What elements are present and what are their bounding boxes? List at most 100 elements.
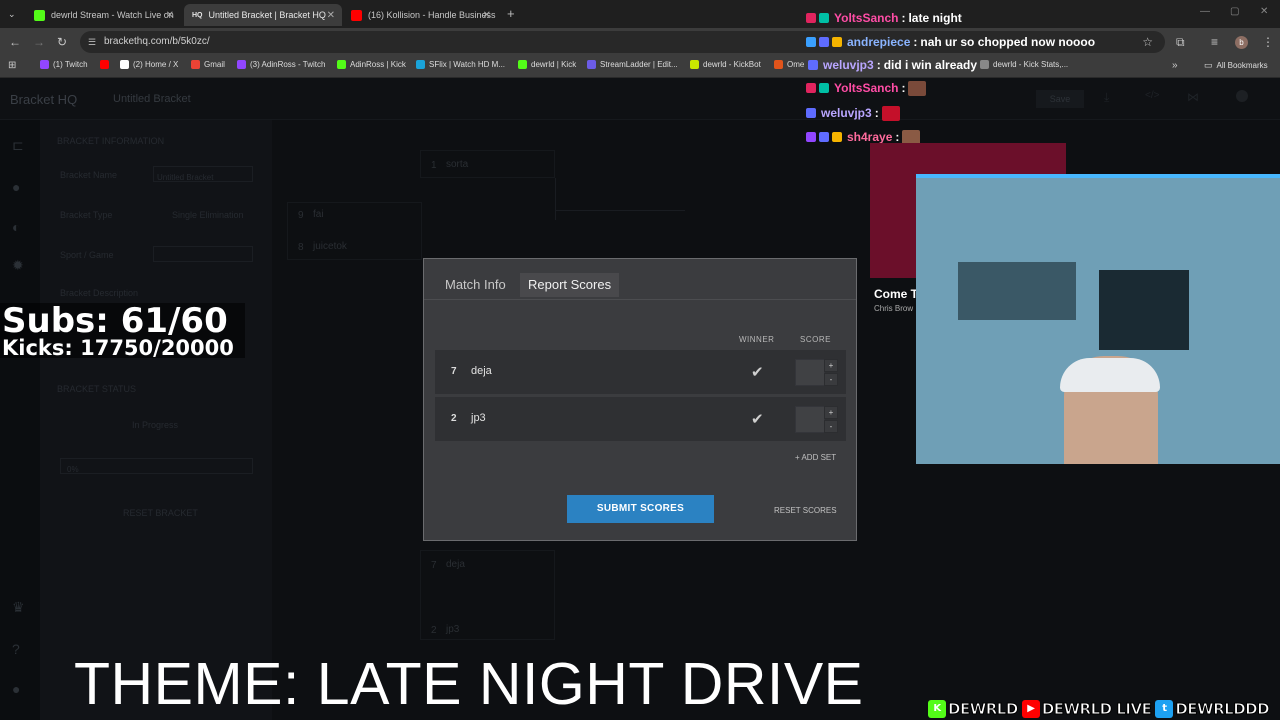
close-icon[interactable]: ✕ xyxy=(483,10,491,21)
tab-title: Untitled Bracket | Bracket HQ xyxy=(208,10,326,20)
chat-text: : xyxy=(913,35,918,49)
bookmark-item[interactable]: AdinRoss | Kick xyxy=(337,60,406,69)
social-handles: K DEWRLD ▶ DEWRLD LIVE t DEWRLDDD xyxy=(928,698,1280,719)
theme-icon[interactable]: ● xyxy=(12,682,28,696)
browser-tab[interactable]: dewrld Stream - Watch Live on ✕ xyxy=(26,4,181,26)
browser-tab-active[interactable]: HQ Untitled Bracket | Bracket HQ ✕ xyxy=(184,4,342,26)
reload-icon[interactable]: ↻ xyxy=(57,35,67,49)
bookmark-item[interactable]: SFlix | Watch HD M... xyxy=(416,60,505,69)
gmail-icon xyxy=(191,60,200,69)
handle-text: DEWRLD xyxy=(948,699,1019,718)
bookmark-label: dewrld - Kick Stats,... xyxy=(993,60,1069,69)
match-box[interactable] xyxy=(420,150,555,178)
headset xyxy=(1060,358,1160,392)
add-set-button[interactable]: + ADD SET xyxy=(795,453,836,462)
chat-text: : xyxy=(901,81,906,95)
match-box[interactable] xyxy=(287,202,422,260)
crown-icon[interactable]: ♛ xyxy=(12,600,28,614)
minimize-icon[interactable]: — xyxy=(1200,6,1210,17)
save-button[interactable]: Save xyxy=(1036,90,1084,108)
connector-line xyxy=(555,178,556,220)
bookmark-item[interactable]: (2) Home / X xyxy=(120,60,178,69)
back-icon[interactable]: ← xyxy=(9,35,21,49)
chat-text: nah ur so chopped now noooo xyxy=(920,35,1096,49)
bracket-type-select[interactable]: Single Elimination xyxy=(172,210,244,220)
bookmark-label: StreamLadder | Edit... xyxy=(600,60,678,69)
x-icon xyxy=(120,60,129,69)
close-icon[interactable]: ✕ xyxy=(327,10,335,21)
bookmark-item[interactable]: dewrld - Kick Stats,... xyxy=(980,60,1068,69)
bookmark-item[interactable]: StreamLadder | Edit... xyxy=(587,60,678,69)
emote-icon xyxy=(881,105,900,121)
winner-check-icon[interactable]: ✔ xyxy=(751,363,764,381)
embed-icon[interactable]: </> xyxy=(1145,90,1159,101)
media-icon[interactable]: ≡ xyxy=(1211,35,1218,49)
help-icon[interactable]: ? xyxy=(12,642,28,656)
winner-check-icon[interactable]: ✔ xyxy=(751,410,764,428)
download-icon[interactable]: ⤓ xyxy=(1104,90,1109,105)
score-input[interactable] xyxy=(795,406,825,433)
submit-scores-button[interactable]: SUBMIT SCORES xyxy=(567,495,714,523)
reset-scores-button[interactable]: RESET SCORES xyxy=(774,506,837,515)
bookmark-item[interactable]: (1) Twitch xyxy=(40,60,88,69)
progress-bar: 0% xyxy=(60,458,253,474)
increment-button[interactable]: + xyxy=(824,359,838,372)
tab-search-icon[interactable]: ⌄ xyxy=(8,7,16,21)
bookmark-item[interactable]: dewrld | Kick xyxy=(518,60,576,69)
new-tab-button[interactable]: + xyxy=(507,6,515,21)
bookmark-item[interactable]: Ome xyxy=(774,60,804,69)
users-icon[interactable]: ● xyxy=(12,180,28,194)
bookmark-item[interactable] xyxy=(100,60,109,69)
handle-text: DEWRLDDD xyxy=(1175,699,1270,718)
increment-button[interactable]: + xyxy=(824,406,838,419)
forward-icon[interactable]: → xyxy=(33,35,45,49)
reset-bracket-button[interactable]: RESET BRACKET xyxy=(123,508,198,518)
bookmark-item[interactable]: (3) AdinRoss - Twitch xyxy=(237,60,325,69)
sflix-icon xyxy=(416,60,425,69)
score-input[interactable] xyxy=(795,359,825,386)
brackethq-favicon-icon: HQ xyxy=(192,11,203,19)
window-close-icon[interactable]: ✕ xyxy=(1260,6,1268,17)
omegle-icon xyxy=(774,60,783,69)
score-row: 2 jp3 ✔ + - xyxy=(435,397,846,441)
bracket-name-input[interactable]: Untitled Bracket xyxy=(153,166,253,182)
brand-logo[interactable]: Bracket HQ xyxy=(10,92,77,107)
apps-icon[interactable]: ⊞ xyxy=(8,60,16,71)
decrement-button[interactable]: - xyxy=(824,420,838,433)
menu-icon[interactable]: ⋮ xyxy=(1262,35,1274,49)
user-avatar[interactable] xyxy=(1236,90,1248,102)
bracket-icon[interactable]: ⊏ xyxy=(12,138,28,152)
browser-tabstrip: ⌄ dewrld Stream - Watch Live on ✕ HQ Unt… xyxy=(0,0,1280,28)
gear-icon[interactable]: ✹ xyxy=(12,258,28,272)
verified-badge-icon xyxy=(806,37,816,47)
share-icon[interactable]: ⋈ xyxy=(1187,90,1199,104)
chat-text: : xyxy=(874,106,879,120)
chat-message: YoltsSanch : xyxy=(806,79,927,97)
profile-avatar[interactable]: b xyxy=(1235,36,1248,49)
bookmark-star-icon[interactable]: ☆ xyxy=(1142,31,1153,53)
extensions-icon[interactable]: ⧉ xyxy=(1176,35,1185,49)
bookmark-item[interactable]: dewrld - KickBot xyxy=(690,60,761,69)
bookmark-label: AdinRoss | Kick xyxy=(350,60,406,69)
tab-match-info[interactable]: Match Info xyxy=(437,273,514,297)
tab-report-scores[interactable]: Report Scores xyxy=(520,273,620,297)
globe-icon xyxy=(980,60,989,69)
more-bookmarks-icon[interactable]: » xyxy=(1172,60,1178,71)
chat-username: YoltsSanch xyxy=(834,11,899,25)
field-label: Bracket Type xyxy=(60,210,113,220)
sport-input[interactable] xyxy=(153,246,253,262)
bookmarks-bar: ⊞ (1) Twitch (2) Home / X Gmail (3) Adin… xyxy=(0,56,1280,78)
browser-tab[interactable]: (16) Kollision - Handle Business ✕ xyxy=(343,4,498,26)
bookmark-label: (1) Twitch xyxy=(53,60,88,69)
decrement-button[interactable]: - xyxy=(824,373,838,386)
maximize-icon[interactable]: ▢ xyxy=(1230,6,1239,17)
site-info-icon[interactable]: ☰ xyxy=(88,31,96,53)
field-label: Bracket Name xyxy=(60,170,118,180)
bracket-settings-panel: BRACKET INFORMATION Bracket Name Untitle… xyxy=(40,120,272,720)
close-icon[interactable]: ✕ xyxy=(166,10,174,21)
all-bookmarks[interactable]: ▭ All Bookmarks xyxy=(1204,60,1268,71)
match-box[interactable] xyxy=(420,550,555,640)
bookmark-item[interactable]: Gmail xyxy=(191,60,225,69)
subs-counter: Subs: 61/60 xyxy=(2,301,228,341)
palette-icon[interactable]: ◐ xyxy=(12,220,28,234)
